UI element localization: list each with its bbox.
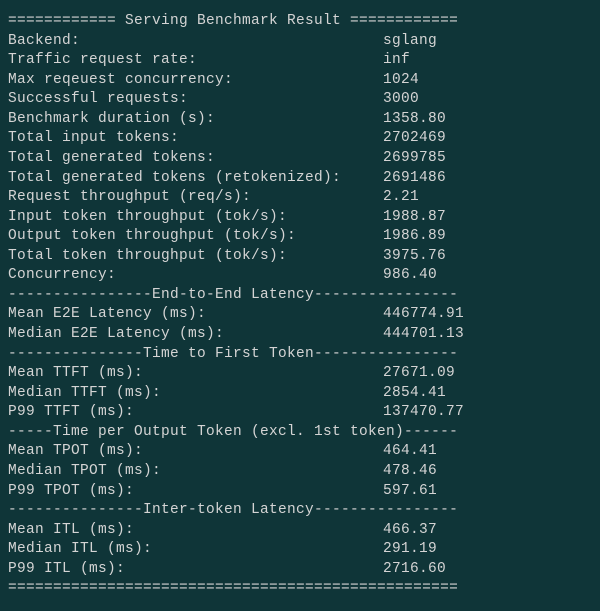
metric-label: P99 TPOT (ms): [8,482,383,502]
metric-value: 2716.60 [383,560,446,580]
metric-label: Total generated tokens (retokenized): [8,169,383,189]
metric-value: 464.41 [383,442,437,462]
metric-value: 466.37 [383,521,437,541]
metric-label: Mean ITL (ms): [8,521,383,541]
ttft-row: Mean TTFT (ms):27671.09 [8,364,592,384]
metric-value: 2699785 [383,149,446,169]
main-row: Total token throughput (tok/s):3975.76 [8,247,592,267]
main-row: Input token throughput (tok/s):1988.87 [8,208,592,228]
metric-label: Total token throughput (tok/s): [8,247,383,267]
metric-label: Backend: [8,32,383,52]
main-row: Benchmark duration (s):1358.80 [8,110,592,130]
e2e-metrics: Mean E2E Latency (ms):446774.91Median E2… [8,305,592,344]
itl-row: P99 ITL (ms):2716.60 [8,560,592,580]
metric-value: 446774.91 [383,305,464,325]
section-e2e-latency: ----------------End-to-End Latency------… [8,286,592,306]
metric-value: 137470.77 [383,403,464,423]
metric-label: Successful requests: [8,90,383,110]
metric-value: 1358.80 [383,110,446,130]
metric-label: Input token throughput (tok/s): [8,208,383,228]
metric-label: Output token throughput (tok/s): [8,227,383,247]
metric-value: 291.19 [383,540,437,560]
metric-label: Median TPOT (ms): [8,462,383,482]
metric-value: 1024 [383,71,419,91]
tpot-row: P99 TPOT (ms):597.61 [8,482,592,502]
tpot-row: Mean TPOT (ms):464.41 [8,442,592,462]
metric-label: Mean E2E Latency (ms): [8,305,383,325]
metric-label: Median E2E Latency (ms): [8,325,383,345]
metric-value: 3975.76 [383,247,446,267]
e2e-row: Mean E2E Latency (ms):446774.91 [8,305,592,325]
benchmark-footer: ========================================… [8,579,592,599]
main-row: Total input tokens:2702469 [8,129,592,149]
e2e-row: Median E2E Latency (ms):444701.13 [8,325,592,345]
itl-metrics: Mean ITL (ms):466.37Median ITL (ms):291.… [8,521,592,580]
metric-label: Max reqeuest concurrency: [8,71,383,91]
metric-label: Traffic request rate: [8,51,383,71]
metric-label: P99 TTFT (ms): [8,403,383,423]
main-metrics: Backend:sglangTraffic request rate:infMa… [8,32,592,286]
metric-value: inf [383,51,410,71]
metric-value: 2.21 [383,188,419,208]
ttft-row: Median TTFT (ms):2854.41 [8,384,592,404]
metric-label: Mean TTFT (ms): [8,364,383,384]
main-row: Traffic request rate:inf [8,51,592,71]
metric-value: 2702469 [383,129,446,149]
main-row: Total generated tokens (retokenized):269… [8,169,592,189]
tpot-row: Median TPOT (ms):478.46 [8,462,592,482]
metric-label: Benchmark duration (s): [8,110,383,130]
metric-label: Total input tokens: [8,129,383,149]
metric-label: Request throughput (req/s): [8,188,383,208]
metric-label: Total generated tokens: [8,149,383,169]
metric-value: 27671.09 [383,364,455,384]
metric-value: 1986.89 [383,227,446,247]
section-ttft: ---------------Time to First Token------… [8,345,592,365]
tpot-metrics: Mean TPOT (ms):464.41Median TPOT (ms):47… [8,442,592,501]
metric-label: Concurrency: [8,266,383,286]
metric-value: 597.61 [383,482,437,502]
metric-label: Median TTFT (ms): [8,384,383,404]
ttft-metrics: Mean TTFT (ms):27671.09Median TTFT (ms):… [8,364,592,423]
metric-label: Median ITL (ms): [8,540,383,560]
metric-value: 986.40 [383,266,437,286]
metric-value: 3000 [383,90,419,110]
metric-value: 1988.87 [383,208,446,228]
itl-row: Mean ITL (ms):466.37 [8,521,592,541]
main-row: Max reqeuest concurrency:1024 [8,71,592,91]
metric-value: sglang [383,32,437,52]
metric-value: 444701.13 [383,325,464,345]
main-row: Request throughput (req/s):2.21 [8,188,592,208]
ttft-row: P99 TTFT (ms):137470.77 [8,403,592,423]
main-row: Successful requests:3000 [8,90,592,110]
metric-label: Mean TPOT (ms): [8,442,383,462]
section-itl: ---------------Inter-token Latency------… [8,501,592,521]
section-tpot: -----Time per Output Token (excl. 1st to… [8,423,592,443]
metric-value: 478.46 [383,462,437,482]
itl-row: Median ITL (ms):291.19 [8,540,592,560]
main-row: Total generated tokens:2699785 [8,149,592,169]
metric-label: P99 ITL (ms): [8,560,383,580]
metric-value: 2854.41 [383,384,446,404]
main-row: Concurrency:986.40 [8,266,592,286]
main-row: Output token throughput (tok/s):1986.89 [8,227,592,247]
benchmark-header: ============ Serving Benchmark Result ==… [8,12,592,32]
metric-value: 2691486 [383,169,446,189]
main-row: Backend:sglang [8,32,592,52]
